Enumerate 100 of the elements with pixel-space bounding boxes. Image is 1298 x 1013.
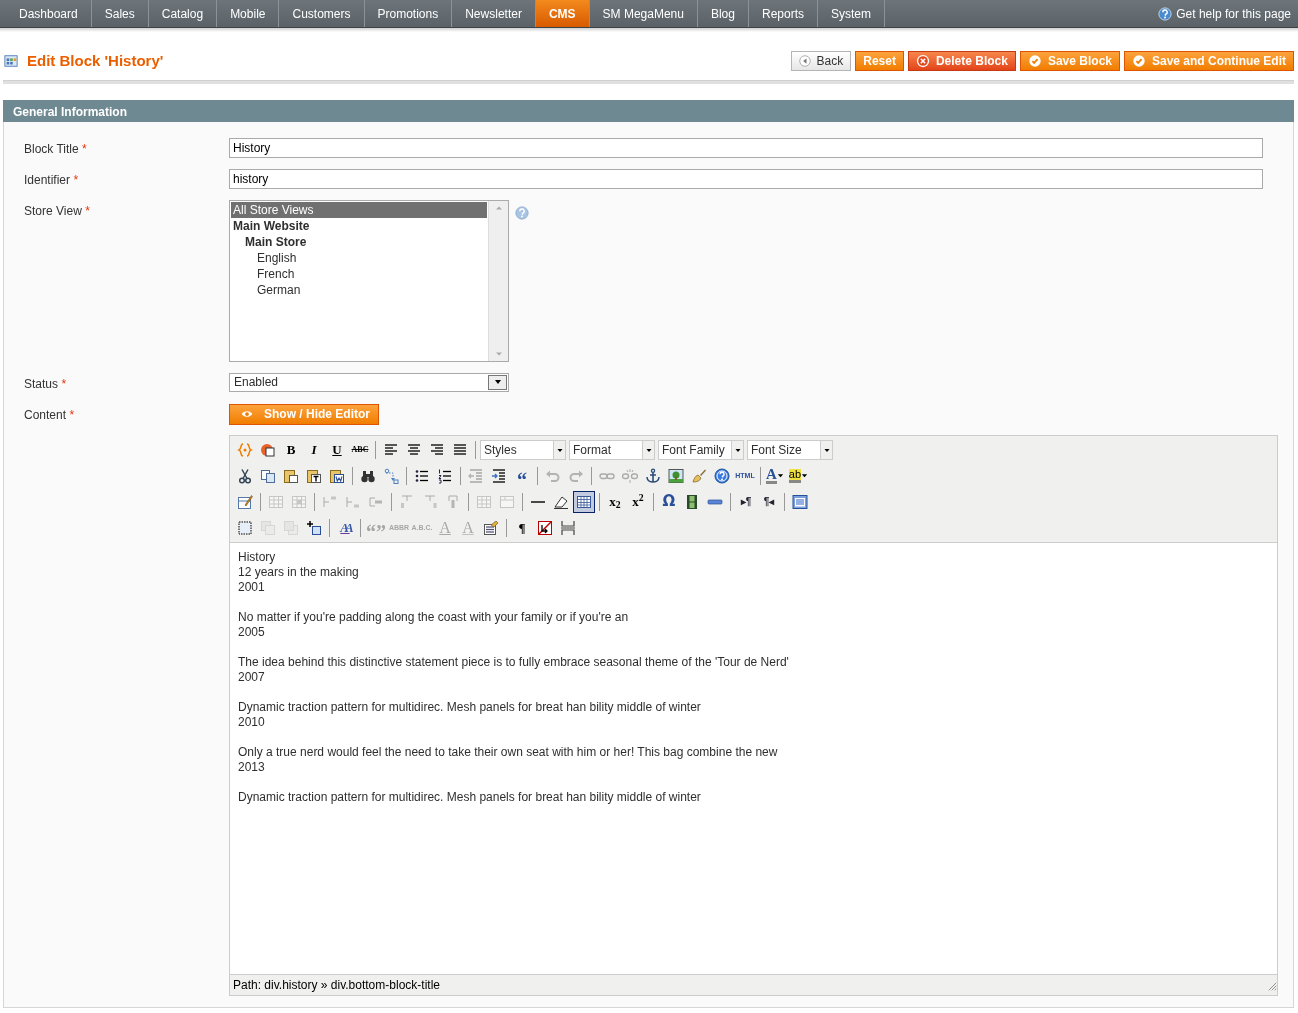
align-left-icon [383, 441, 399, 458]
dashed-box-icon [237, 519, 253, 536]
clipboard-icon [306, 467, 322, 484]
highlight-button[interactable]: ab [787, 464, 812, 487]
required-mark: * [69, 407, 75, 422]
status-select[interactable]: Enabled [229, 372, 509, 392]
content-line: 2013 [238, 759, 266, 775]
attributes-icon [483, 519, 499, 536]
store-option[interactable]: English [231, 249, 487, 266]
toolbar-dropdown[interactable]: Format [569, 439, 655, 460]
nav-tab[interactable]: Mobile [217, 0, 280, 27]
layers-icon [283, 519, 299, 536]
help-icon[interactable] [1158, 6, 1173, 21]
dropdown-label: Font Family [662, 441, 725, 459]
nav-tab[interactable]: Reports [748, 0, 818, 27]
bullet-list-icon [414, 467, 430, 484]
content-line: Dynamic traction pattern for multidirec. Mesh panels for breat han bility middle of winter [238, 789, 702, 805]
scissors-icon [237, 467, 253, 484]
text-field[interactable]: history [229, 168, 1263, 189]
nav-tab[interactable]: System [818, 0, 885, 27]
style-button[interactable]: AA [334, 516, 356, 539]
split-cells-icon [476, 493, 492, 510]
content-line: 2007 [238, 669, 266, 685]
dropdown-label: Font Size [751, 441, 802, 459]
content-line: 2010 [238, 714, 266, 730]
copy-icon [260, 467, 276, 484]
page-break-icon [560, 519, 576, 536]
align-right-icon [429, 441, 445, 458]
nav-tab[interactable]: SM MegaMenu [589, 0, 698, 27]
dropdown-label: Format [573, 441, 611, 459]
toolbar-dropdown[interactable]: Font Size [747, 439, 833, 460]
quote-button[interactable]: “ [511, 464, 533, 487]
layers-icon [260, 519, 276, 536]
close-icon [915, 54, 930, 69]
field-label: Block Title [24, 141, 79, 156]
numbered-list-icon [437, 467, 453, 484]
toolbar-dropdown[interactable]: Styles [480, 439, 566, 460]
italic-button[interactable]: I [303, 438, 325, 461]
replace-icon [383, 467, 399, 484]
nav-tab[interactable]: Catalog [148, 0, 218, 27]
check-icon [1027, 54, 1042, 69]
special-character-button[interactable]: Ω [658, 490, 680, 513]
column-delete-icon [445, 493, 461, 510]
align-center-icon [406, 441, 422, 458]
page-title: Edit Block 'History' [27, 51, 164, 71]
format-button[interactable]: x$_{2}$ [604, 490, 626, 513]
caret-icon [801, 472, 809, 479]
required-mark: * [61, 376, 67, 391]
store-option[interactable]: French [231, 265, 487, 282]
field-label: Identifier [24, 172, 71, 187]
clipboard-icon [283, 467, 299, 484]
store-view-list[interactable]: All Store Views Main Website Main Store English French German [229, 199, 509, 362]
plus-box-icon [306, 519, 322, 536]
indent-icon [491, 467, 507, 484]
option-group-label: Main Website [232, 217, 311, 234]
content-line: 2001 [238, 579, 266, 595]
nav-tab[interactable]: Blog [697, 0, 749, 27]
format-button[interactable]: x$^{2}$ [627, 490, 649, 513]
content-line: Dynamic traction pattern for multidirec. Mesh panels for breat han bility middle of winter [238, 699, 702, 715]
help-link[interactable]: Get help for this page [1176, 0, 1291, 27]
format-button[interactable]: ¶ [511, 516, 533, 539]
content-line: Only a true nerd would feel the need to take their own seat with him or her! This bag combine the new [238, 744, 779, 760]
toolbar-button[interactable] [573, 490, 595, 513]
nav-tab[interactable]: Promotions [364, 0, 453, 27]
film-icon [684, 493, 700, 510]
field-label: Store View [24, 203, 82, 218]
required-mark: * [85, 203, 90, 218]
content-line: 12 years in the making [238, 564, 360, 580]
content-line: 2005 [238, 624, 266, 640]
nav-tab[interactable]: Dashboard [6, 0, 92, 27]
window-icon [792, 493, 808, 510]
direction-button[interactable]: ¶◂ [758, 490, 780, 513]
required-mark: * [73, 172, 79, 187]
brush-icon [691, 467, 707, 484]
text-color-button[interactable]: A [765, 464, 787, 487]
option-group-label: Main Store [244, 233, 308, 250]
grid-icon [3, 54, 19, 69]
toolbar-dropdown[interactable]: Font Family [658, 439, 744, 460]
picture-icon [668, 467, 684, 484]
braces-icon [237, 441, 253, 458]
direction-button[interactable]: ▸¶ [735, 490, 757, 513]
outdent-icon [468, 467, 484, 484]
align-justify-icon [452, 441, 468, 458]
nav-tab[interactable]: Newsletter [452, 0, 536, 27]
nav-tab[interactable]: Customers [279, 0, 365, 27]
merge-cells-icon [499, 493, 515, 510]
store-option[interactable]: All Store Views [231, 201, 487, 218]
store-option[interactable]: German [231, 281, 487, 298]
element-path: Path: div.history » div.bottom-block-title [233, 976, 440, 994]
dropdown-arrow-icon [492, 378, 503, 386]
unlink-icon [622, 467, 638, 484]
format-button[interactable]: B [280, 438, 302, 461]
dropdown-label: Styles [484, 441, 517, 459]
strikethrough-button[interactable]: ABC [349, 438, 371, 461]
back-button[interactable]: Back [790, 51, 852, 72]
help-icon [714, 467, 730, 484]
underline-button[interactable]: U [326, 438, 348, 461]
content-line: No matter if you're padding along the coast with your family or if you're an [238, 609, 630, 625]
text-field[interactable]: History [229, 137, 1263, 158]
nav-tab[interactable]: Sales [91, 0, 149, 27]
